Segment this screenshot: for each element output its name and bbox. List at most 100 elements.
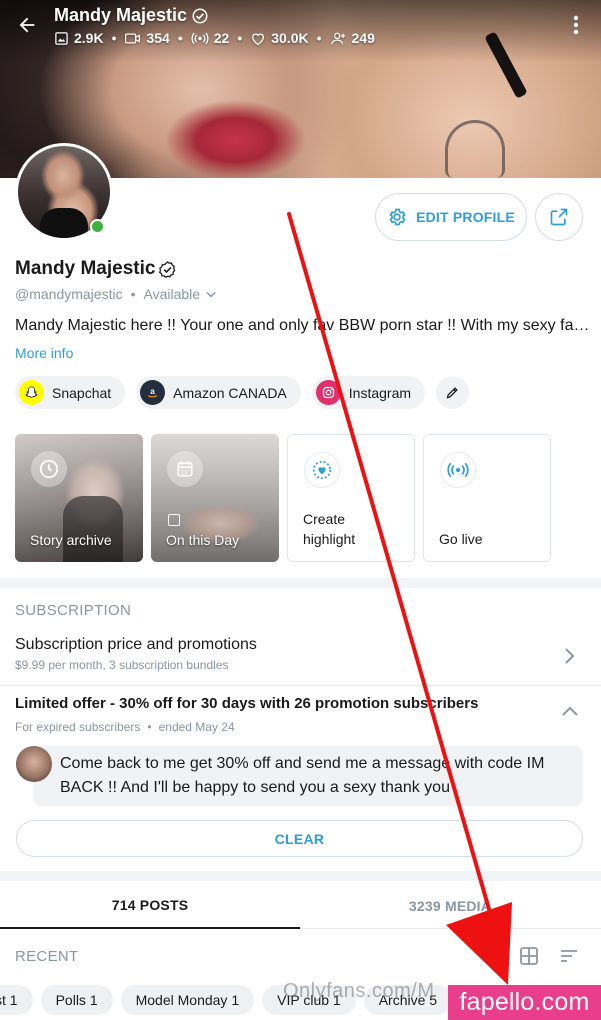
verified-icon: [159, 260, 176, 278]
snapchat-icon: [19, 380, 44, 405]
pencil-icon: [446, 387, 458, 399]
stat-videos-value: 354: [146, 30, 170, 46]
offer-ended: ended May 24: [158, 720, 235, 734]
sort-button[interactable]: [559, 946, 579, 971]
subscription-row-title: Subscription price and promotions: [15, 636, 257, 653]
link-label: Amazon CANADA: [173, 384, 287, 401]
stat-fans-value: 249: [351, 30, 375, 46]
chevron-right-icon: [565, 648, 575, 664]
stat-videos: 354: [124, 30, 170, 46]
instagram-icon: [315, 380, 341, 405]
filter-chip[interactable]: Model Monday 1: [120, 985, 255, 1015]
profile-handle: @mandymajestic: [15, 286, 123, 302]
grid-view-button[interactable]: [519, 946, 539, 971]
verified-icon: [192, 8, 208, 23]
tab-posts[interactable]: 714 POSTS: [0, 883, 300, 929]
clock-icon: [31, 451, 67, 487]
more-options-button[interactable]: [566, 12, 586, 38]
separator-dot: •: [111, 30, 117, 46]
stat-fans: 249: [330, 30, 375, 46]
profile-bio: Mandy Majestic here !! Your one and only…: [15, 317, 590, 334]
row-divider: [0, 685, 601, 686]
edit-profile-label: EDIT PROFILE: [416, 209, 515, 225]
stat-streams-value: 22: [213, 30, 230, 46]
more-vertical-icon: [573, 15, 579, 35]
highlight-on-this-day[interactable]: On this Day: [151, 434, 279, 562]
separator-dot: •: [237, 30, 243, 46]
separator-dot: •: [177, 30, 183, 46]
gear-icon: [389, 208, 406, 226]
watermark-text: Onlyfans.com/M: [283, 980, 435, 1002]
brand-watermark: fapello.com: [448, 985, 601, 1020]
edit-profile-button[interactable]: EDIT PROFILE: [375, 193, 527, 241]
back-button[interactable]: [14, 12, 40, 38]
handle-row: @mandymajestic • Available: [15, 286, 216, 302]
profile-name: Mandy Majestic: [15, 258, 156, 279]
subscription-section-title: SUBSCRIPTION: [15, 602, 132, 619]
profile-name-row: Mandy Majestic: [15, 258, 177, 280]
edit-links-button[interactable]: [436, 376, 470, 409]
heart-icon: [252, 33, 265, 45]
social-links: Snapchat a Amazon CANADA Instagram: [15, 376, 470, 409]
highlight-story-archive[interactable]: Story archive: [15, 434, 143, 562]
share-icon: [550, 208, 568, 226]
highlight-label: Create highlight: [303, 511, 356, 547]
go-live-button[interactable]: Go live: [423, 434, 551, 562]
clear-offer-button[interactable]: CLEAR: [16, 820, 583, 857]
link-amazon[interactable]: a Amazon CANADA: [136, 376, 301, 409]
tab-media[interactable]: 3239 MEDIA: [300, 883, 600, 929]
subscription-price-row[interactable]: Subscription price and promotions $9.99 …: [0, 628, 601, 685]
stat-likes-value: 30.0K: [271, 30, 309, 46]
offer-title: Limited offer - 30% off for 30 days with…: [15, 695, 479, 712]
svg-text:a: a: [150, 387, 155, 396]
highlights-row: Story archive On this Day Create highlig…: [15, 434, 551, 562]
sort-icon: [561, 950, 577, 962]
heart-plus-icon: [304, 452, 340, 488]
stat-likes: 30.0K: [250, 30, 309, 46]
separator-dot: •: [147, 720, 152, 734]
chevron-down-icon: [206, 291, 216, 298]
share-button[interactable]: [535, 193, 583, 241]
link-snapchat[interactable]: Snapchat: [15, 376, 126, 409]
section-divider: [0, 871, 601, 881]
separator-dot: •: [316, 30, 322, 46]
top-bar: Mandy Majestic 2.9K • 354 • 22 • 30.0K •…: [0, 0, 601, 60]
availability-status: Available: [143, 286, 201, 302]
header-name-row: Mandy Majestic: [54, 5, 209, 26]
subscription-row-subtitle: $9.99 per month, 3 subscription bundles: [15, 658, 229, 672]
message-avatar: [16, 746, 52, 782]
arrow-left-icon: [19, 17, 35, 33]
filter-chip[interactable]: Polls 1: [40, 985, 113, 1015]
users-icon: [330, 32, 345, 44]
highlight-label: Go live: [439, 531, 483, 547]
highlight-label: On this Day: [166, 532, 240, 548]
link-instagram[interactable]: Instagram: [311, 376, 426, 409]
header-name: Mandy Majestic: [54, 5, 188, 25]
create-highlight-button[interactable]: Create highlight: [287, 434, 415, 562]
cover-tattoo: [445, 120, 505, 178]
offer-audience: For expired subscribers: [15, 720, 141, 734]
grid-icon: [520, 947, 538, 965]
more-info-link[interactable]: More info: [15, 345, 73, 361]
link-label: Snapchat: [52, 384, 112, 401]
header-stats: 2.9K • 354 • 22 • 30.0K • 249: [54, 30, 375, 46]
section-divider: [0, 578, 601, 588]
content-tabs: 714 POSTS 3239 MEDIA: [0, 883, 601, 929]
broadcast-icon: [191, 32, 209, 44]
chevron-up-icon: [562, 706, 578, 716]
online-status-indicator: [90, 219, 105, 234]
stat-streams: 22: [191, 30, 230, 46]
recent-label: RECENT: [15, 948, 79, 965]
offer-meta: For expired subscribers • ended May 24: [15, 720, 235, 734]
filter-chip[interactable]: st 1: [0, 985, 33, 1015]
amazon-icon: a: [140, 380, 166, 405]
image-icon: [55, 31, 68, 45]
offer-message: Come back to me get 30% off and send me …: [33, 746, 583, 806]
broadcast-icon: [440, 452, 476, 488]
stat-photos-value: 2.9K: [74, 30, 104, 46]
avatar-detail: [40, 208, 88, 238]
collapse-offer-button[interactable]: [560, 704, 580, 723]
link-label: Instagram: [348, 384, 412, 401]
font-icon: [168, 514, 180, 526]
availability-dropdown[interactable]: Available: [143, 286, 216, 302]
